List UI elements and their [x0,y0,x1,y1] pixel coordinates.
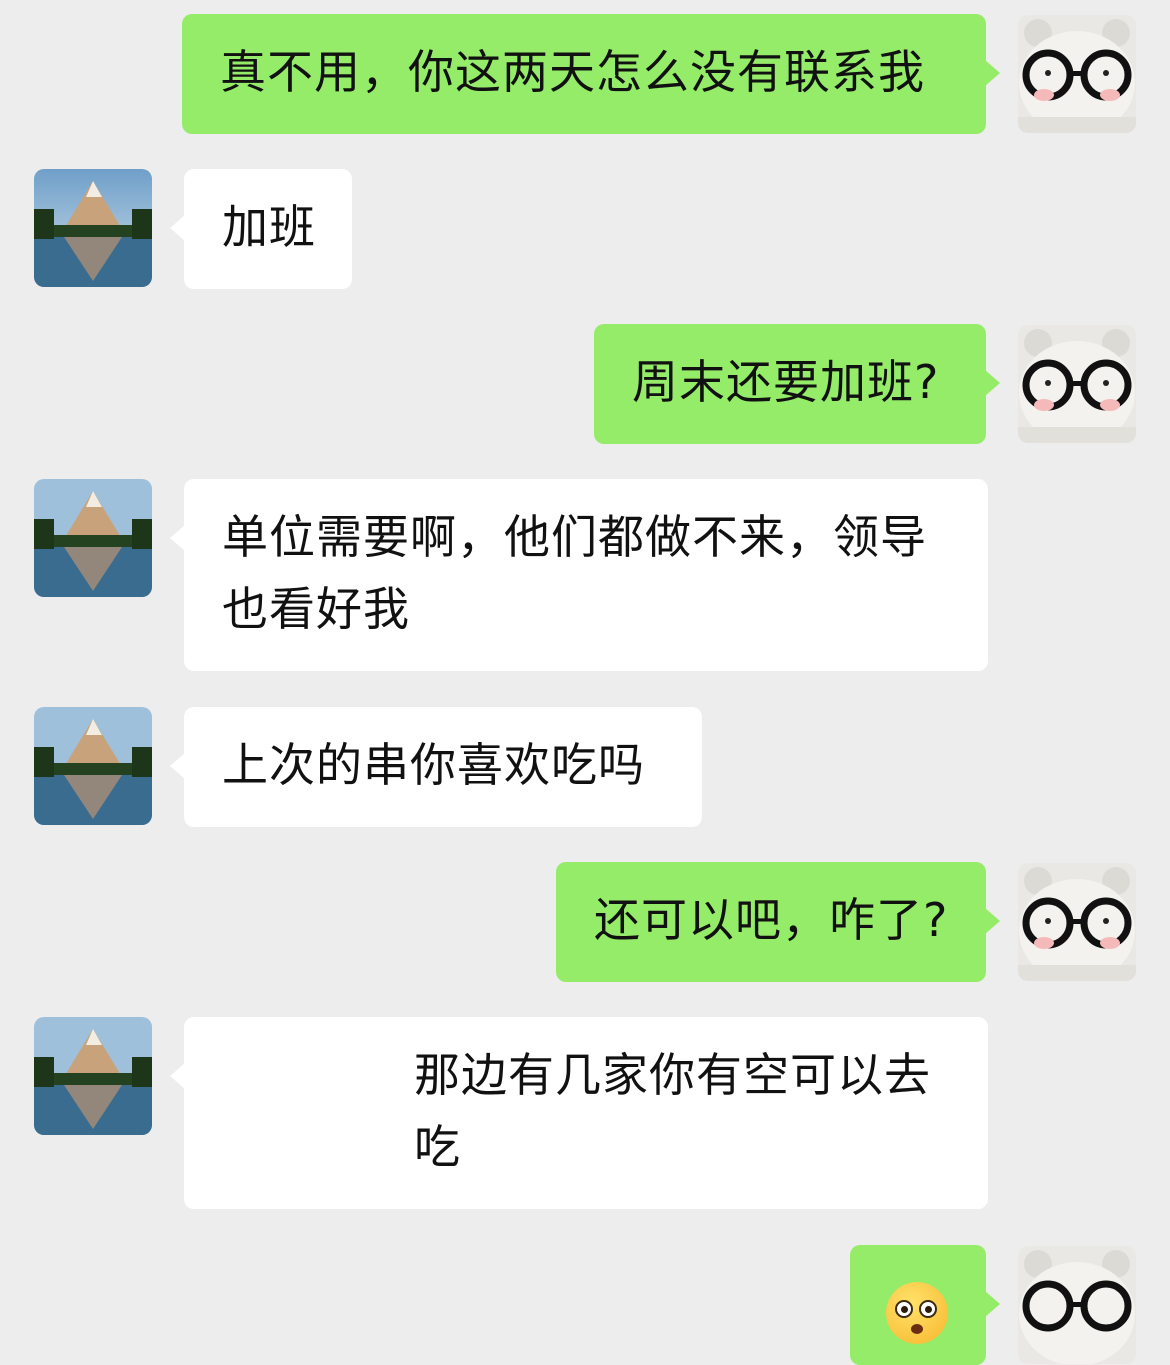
message-text: 周末还要加班? [632,355,940,409]
message-bubble-sent[interactable]: 真不用，你这两天怎么没有联系我 [182,14,1000,134]
message-row [0,1245,1170,1365]
contact-avatar[interactable] [34,1017,152,1135]
bear-glasses-avatar-icon [1018,1246,1136,1364]
message-text: 单位需要啊，他们都做不来，领导也看好我 [222,510,927,636]
message-bubble-received[interactable]: 上次的串你喜欢吃吗 [170,707,702,827]
my-avatar[interactable] [1018,325,1136,443]
contact-avatar[interactable] [34,479,152,597]
my-avatar[interactable] [1018,1246,1136,1364]
mountain-lake-avatar-icon [34,707,152,825]
message-row: 周末还要加班? [0,324,1170,446]
message-text: 真不用，你这两天怎么没有联系我 [220,45,925,99]
message-text: 上次的串你喜欢吃吗 [222,738,645,792]
message-bubble-received[interactable]: 那边有几家你有空可以去吃 [170,1017,988,1209]
message-row: 单位需要啊，他们都做不来，领导也看好我 [0,479,1170,673]
flushed-face-emoji-icon [886,1281,948,1344]
message-bubble-sent[interactable]: 周末还要加班? [594,324,1000,444]
message-row: 真不用，你这两天怎么没有联系我 [0,14,1170,136]
message-row: 加班 [0,169,1170,291]
mountain-lake-avatar-icon [34,479,152,597]
mountain-lake-avatar-icon [34,1017,152,1135]
contact-avatar[interactable] [34,707,152,825]
bear-glasses-avatar-icon [1018,325,1136,443]
message-bubble-received[interactable]: 单位需要啊，他们都做不来，领导也看好我 [170,479,988,671]
message-row: 还可以吧，咋了? [0,862,1170,984]
message-bubble-sent[interactable]: 还可以吧，咋了? [556,862,1000,982]
message-text: 加班 [222,200,316,254]
message-bubble-sent[interactable] [850,1245,1000,1365]
message-row: 那边有几家你有空可以去吃 [0,1017,1170,1211]
contact-avatar[interactable] [34,169,152,287]
my-avatar[interactable] [1018,863,1136,981]
message-row: 上次的串你喜欢吃吗 [0,707,1170,829]
message-text: 还可以吧，咋了? [594,893,949,947]
bear-glasses-avatar-icon [1018,863,1136,981]
message-bubble-received[interactable]: 加班 [170,169,352,289]
mountain-lake-avatar-icon [34,169,152,287]
message-text: 那边有几家你有空可以去吃 [414,1048,931,1174]
my-avatar[interactable] [1018,15,1136,133]
bear-glasses-avatar-icon [1018,15,1136,133]
